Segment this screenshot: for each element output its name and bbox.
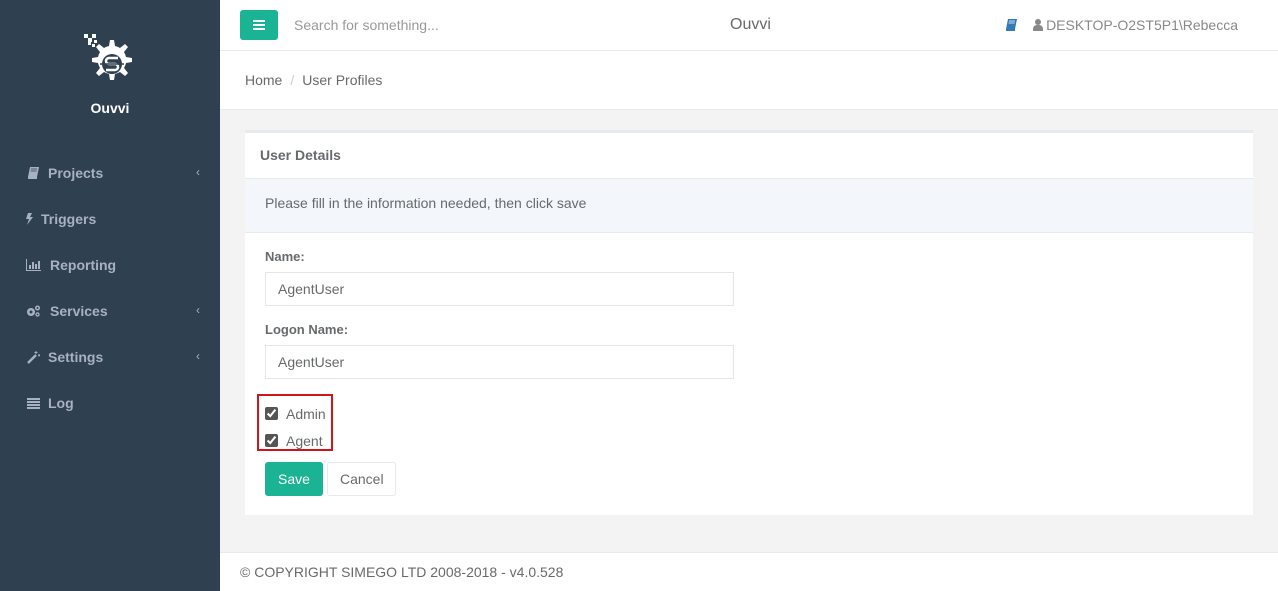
name-label: Name: [265,249,305,264]
app-title: Ouvvi [730,16,771,33]
sidebar-item-label: Reporting [50,257,117,273]
sidebar-item-label: Triggers [41,211,97,227]
sidebar-item-projects[interactable]: Projects ‹ [0,150,220,196]
cancel-button[interactable]: Cancel [327,462,396,496]
breadcrumb-separator: / [290,72,295,88]
sidebar-item-settings[interactable]: Settings ‹ [0,334,220,380]
hamburger-icon [253,18,265,33]
agent-checkbox[interactable] [265,434,278,447]
agent-checkbox-row: Agent [265,427,331,454]
footer: © COPYRIGHT SIMEGO LTD 2008-2018 - v4.0.… [220,552,1278,591]
admin-checkbox-label: Admin [286,405,326,422]
user-name-link[interactable]: DESKTOP-O2ST5P1\Rebecca [1046,17,1238,33]
breadcrumb-current: User Profiles [302,72,383,88]
list-icon [25,397,41,409]
breadcrumb: Home / User Profiles [220,51,1278,110]
roles-highlight-box: Admin Agent [257,394,333,451]
user-details-panel: User Details Please fill in the informat… [245,130,1253,515]
brand-name: Ouvvi [90,100,130,116]
chevron-left-icon: ‹ [196,349,200,363]
sidebar-item-label: Settings [48,349,104,365]
save-button[interactable]: Save [265,462,323,496]
sidebar-item-log[interactable]: Log [0,380,220,426]
cogs-icon [25,305,41,317]
top-navbar: Ouvvi DESKTOP-O2ST5P1\Rebecca [220,0,1278,51]
search-input[interactable] [286,12,586,38]
name-field[interactable] [265,272,734,306]
chevron-left-icon: ‹ [196,165,200,179]
sidebar-item-label: Services [50,303,108,319]
user-icon [1033,19,1044,31]
sidebar-toggle-button[interactable] [240,10,278,40]
bar-chart-icon [25,259,41,271]
info-message: Please fill in the information needed, t… [245,179,1253,233]
admin-checkbox[interactable] [265,407,278,420]
sidebar-item-triggers[interactable]: Triggers [0,196,220,242]
sidebar-nav: Projects ‹ Triggers Reporting Services ‹ [0,150,220,426]
sidebar-item-services[interactable]: Services ‹ [0,288,220,334]
sidebar-item-label: Log [48,395,74,411]
form-actions: Save Cancel [265,462,1233,496]
bolt-icon [25,213,34,225]
sidebar: Ouvvi Projects ‹ Triggers Reporting Serv… [0,0,220,591]
user-area: DESKTOP-O2ST5P1\Rebecca [1005,17,1238,33]
sidebar-item-label: Projects [48,165,104,181]
user-form: Name: Logon Name: Admin Agent Save Cance… [245,233,1253,512]
book-icon [25,167,41,179]
magic-wand-icon [25,350,41,364]
chevron-left-icon: ‹ [196,303,200,317]
breadcrumb-home-link[interactable]: Home [245,72,282,88]
sidebar-item-reporting[interactable]: Reporting [0,242,220,288]
logon-name-field[interactable] [265,345,734,379]
gear-s-logo-icon[interactable] [78,30,142,94]
agent-checkbox-label: Agent [286,432,323,449]
logon-name-label: Logon Name: [265,322,349,337]
panel-title: User Details [245,133,1253,179]
help-book-icon[interactable] [1005,19,1018,31]
admin-checkbox-row: Admin [265,400,331,427]
